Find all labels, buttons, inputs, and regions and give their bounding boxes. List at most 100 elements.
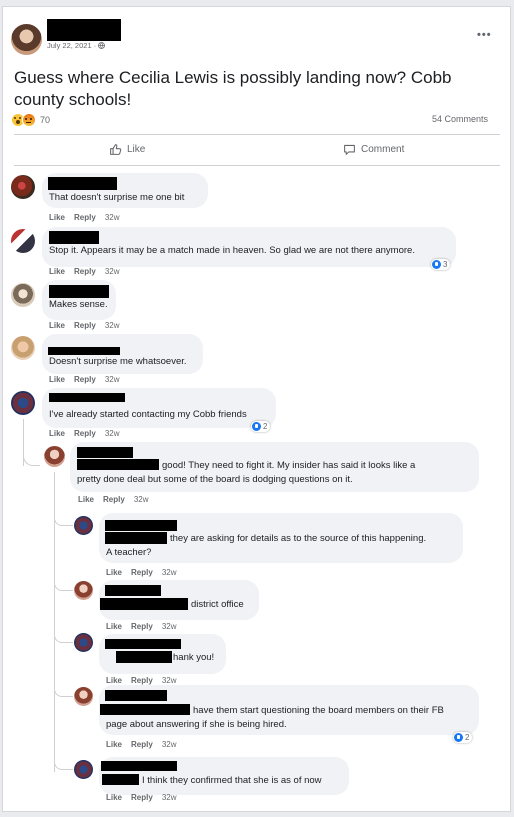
replier-avatar[interactable] [74, 633, 93, 652]
comment-icon [344, 144, 355, 155]
reply-actions: Like Reply 32w [106, 676, 186, 685]
nested-curve [54, 757, 73, 770]
comment-reply-link[interactable]: Reply [74, 213, 96, 222]
reply-actions: Like Reply 32w [106, 622, 186, 631]
reply-time[interactable]: 32w [162, 676, 177, 685]
reply-text-line-2: page about answering if she is being hir… [106, 719, 287, 730]
redacted-mention [77, 459, 159, 470]
commenter-avatar[interactable] [11, 175, 35, 199]
reply-text-line-1: hank you! [173, 652, 215, 663]
comment-like-link[interactable]: Like [49, 429, 65, 438]
reply-time[interactable]: 32w [162, 793, 177, 802]
comment-reply-link[interactable]: Reply [74, 429, 96, 438]
reply-text-line-2: A teacher? [106, 547, 152, 558]
reply-like-link[interactable]: Like [106, 740, 122, 749]
post-text: Guess where Cecilia Lewis is possibly la… [14, 68, 452, 109]
reply-reply-link[interactable]: Reply [103, 495, 125, 504]
redacted-commenter-name [48, 177, 117, 190]
comment-like-link[interactable]: Like [49, 267, 65, 276]
reply-reaction-badge[interactable]: 2 [453, 732, 473, 743]
comment-like-link[interactable]: Like [49, 375, 65, 384]
redacted-replier-name [105, 585, 161, 596]
reply-time[interactable]: 32w [162, 622, 177, 631]
redacted-commenter-name [49, 393, 125, 402]
reaction-count: 70 [40, 115, 51, 125]
reply-reply-link[interactable]: Reply [131, 793, 153, 802]
divider-bottom [14, 165, 500, 166]
commenter-avatar[interactable] [11, 229, 35, 253]
reply-like-link[interactable]: Like [106, 568, 122, 577]
reply-text-line-2: pretty done deal but some of the board i… [77, 474, 353, 485]
reply-text-line-1: they are asking for details as to the so… [170, 533, 427, 544]
redacted-replier-name [101, 761, 177, 771]
more-options-icon[interactable]: ••• [477, 29, 492, 41]
commenter-avatar[interactable] [11, 283, 35, 307]
reply-reply-link[interactable]: Reply [131, 676, 153, 685]
comment-like-link[interactable]: Like [49, 213, 65, 222]
nested-curve [54, 513, 73, 526]
like-button[interactable]: Like [109, 143, 145, 156]
comment-actions: Like Reply 32w [49, 375, 129, 384]
comment-actions: Like Reply 32w [49, 321, 129, 330]
reply-like-link[interactable]: Like [78, 495, 94, 504]
thumbs-up-icon [110, 144, 122, 155]
comment-time[interactable]: 32w [105, 267, 120, 276]
comment-actions: Like Reply 32w [49, 213, 129, 222]
replier-avatar[interactable] [44, 446, 65, 467]
nested-curve [54, 684, 73, 697]
like-reaction-icon [454, 733, 463, 742]
comment-reaction-badge[interactable]: 2 [251, 421, 271, 432]
redacted-commenter-name [48, 347, 120, 355]
comment-text: Makes sense. [49, 299, 108, 310]
reply-like-link[interactable]: Like [106, 622, 122, 631]
divider-top [14, 134, 500, 135]
comment-time[interactable]: 32w [105, 375, 120, 384]
reply-text-line-1: have them start questioning the board me… [193, 705, 444, 716]
redacted-replier-name [77, 447, 133, 458]
reply-actions: Like Reply 32w [106, 740, 186, 749]
redacted-replier-name [105, 690, 167, 701]
reaction-summary[interactable]: 70 [11, 113, 50, 127]
poster-avatar[interactable] [11, 24, 42, 55]
commenter-avatar[interactable] [11, 391, 35, 415]
reply-like-link[interactable]: Like [106, 676, 122, 685]
comment-text: That doesn't surprise me one bit [49, 192, 185, 203]
redacted-mention [116, 651, 172, 663]
comment-time[interactable]: 32w [105, 213, 120, 222]
comment-like-link[interactable]: Like [49, 321, 65, 330]
comment-button[interactable]: Comment [343, 143, 404, 156]
reply-time[interactable]: 32w [134, 495, 149, 504]
comment-reply-link[interactable]: Reply [74, 321, 96, 330]
commenter-avatar[interactable] [11, 336, 35, 360]
reply-reply-link[interactable]: Reply [131, 740, 153, 749]
replier-avatar[interactable] [74, 687, 93, 706]
redacted-mention [105, 532, 167, 544]
replier-avatar[interactable] [74, 760, 93, 779]
reply-text-line-1: district office [191, 599, 244, 610]
comment-reply-link[interactable]: Reply [74, 375, 96, 384]
post-date[interactable]: July 22, 2021 · [47, 41, 106, 50]
facebook-post-card: July 22, 2021 · ••• Guess where Cecilia … [2, 6, 511, 812]
reply-reply-link[interactable]: Reply [131, 568, 153, 577]
comments-count[interactable]: 54 Comments [432, 114, 488, 124]
comment-reply-link[interactable]: Reply [74, 267, 96, 276]
redacted-poster-name [47, 19, 121, 41]
comment-text: Stop it. Appears it may be a match made … [49, 245, 415, 256]
reply-time[interactable]: 32w [162, 740, 177, 749]
angry-emoji-icon [22, 113, 36, 127]
nested-curve [54, 630, 73, 643]
redacted-mention [100, 598, 188, 610]
reply-actions: Like Reply 32w [106, 568, 186, 577]
comment-time[interactable]: 32w [105, 321, 120, 330]
reply-like-link[interactable]: Like [106, 793, 122, 802]
redacted-mention [102, 774, 139, 785]
comment-text: Doesn't surprise me whatsoever. [49, 356, 187, 367]
comment-reaction-badge[interactable]: 3 [431, 259, 451, 270]
reply-time[interactable]: 32w [162, 568, 177, 577]
reply-reply-link[interactable]: Reply [131, 622, 153, 631]
replier-avatar[interactable] [74, 581, 93, 600]
reply-text-line-1: I think they confirmed that she is as of… [142, 775, 322, 786]
replier-avatar[interactable] [74, 516, 93, 535]
like-reaction-icon [432, 260, 441, 269]
comment-time[interactable]: 32w [105, 429, 120, 438]
